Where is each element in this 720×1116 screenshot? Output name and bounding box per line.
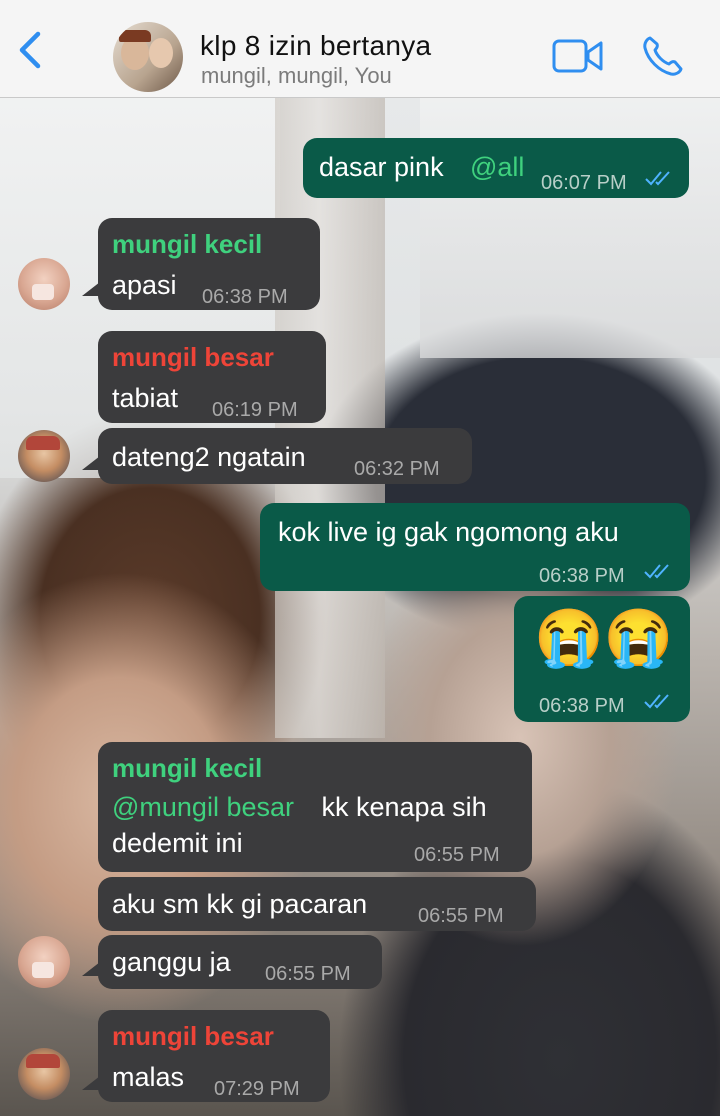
sender-name[interactable]: mungil besar <box>112 1020 316 1052</box>
message-time: 06:38 PM <box>539 565 625 587</box>
read-ticks-icon <box>644 564 669 579</box>
message-bubble[interactable]: 😭😭 06:38 PM <box>514 596 690 722</box>
message-text: aku sm kk gi pacaran <box>112 889 368 919</box>
voice-call-button[interactable] <box>641 34 685 78</box>
message-text: kok live ig gak ngomong aku <box>278 517 619 547</box>
chevron-left-icon <box>19 31 41 69</box>
message-time: 06:38 PM <box>202 286 288 308</box>
video-call-button[interactable] <box>552 38 604 74</box>
avatar-mungil-besar[interactable] <box>18 430 70 482</box>
video-camera-icon <box>552 39 603 73</box>
message-bubble[interactable]: kok live ig gak ngomong aku 06:38 PM <box>260 503 690 591</box>
sender-name[interactable]: mungil besar <box>112 341 312 373</box>
group-title[interactable]: klp 8 izin bertanya <box>200 30 431 62</box>
read-ticks-icon <box>644 694 669 709</box>
bubble-tail <box>82 456 100 470</box>
message-time: 06:32 PM <box>354 458 440 480</box>
message-bubble[interactable]: dasar pink @all 06:07 PM <box>303 138 689 198</box>
message-text: dateng2 ngatain <box>112 442 306 472</box>
avatar-mungil-kecil[interactable] <box>18 258 70 310</box>
message-bubble[interactable]: mungil kecil apasi 06:38 PM <box>98 218 320 310</box>
avatar-face-2 <box>149 38 173 68</box>
message-text: kk kenapa sih <box>314 792 487 822</box>
wallpaper-window-right <box>420 98 720 358</box>
message-time: 06:55 PM <box>414 844 500 866</box>
message-time: 06:55 PM <box>265 963 351 985</box>
message-bubble[interactable]: aku sm kk gi pacaran 06:55 PM <box>98 877 536 931</box>
back-button[interactable] <box>14 30 50 70</box>
message-time: 06:55 PM <box>418 905 504 927</box>
bubble-tail <box>82 962 100 976</box>
message-text: malas <box>112 1062 185 1092</box>
message-time: 07:29 PM <box>214 1078 300 1100</box>
message-time: 06:07 PM <box>541 172 627 194</box>
bubble-tail <box>82 1076 100 1090</box>
mention-all[interactable]: @all <box>470 150 524 184</box>
avatar-mungil-besar[interactable] <box>18 1048 70 1100</box>
message-text: apasi <box>112 270 177 300</box>
sender-name[interactable]: mungil kecil <box>112 228 306 260</box>
message-text: ganggu ja <box>112 947 231 977</box>
message-text: tabiat <box>112 383 179 413</box>
message-bubble[interactable]: mungil besar tabiat 06:19 PM <box>98 331 326 423</box>
message-time: 06:38 PM <box>539 695 625 717</box>
group-avatar[interactable] <box>113 22 183 92</box>
message-bubble[interactable]: mungil besar malas 07:29 PM <box>98 1010 330 1102</box>
message-bubble[interactable]: mungil kecil @mungil besar kk kenapa sih… <box>98 742 532 872</box>
avatar-mungil-kecil[interactable] <box>18 936 70 988</box>
sender-name[interactable]: mungil kecil <box>112 752 518 784</box>
message-text-line2: dedemit ini <box>112 828 243 858</box>
mention-mungil-besar[interactable]: @mungil besar <box>112 790 294 824</box>
message-text: dasar pink <box>319 152 444 182</box>
emoji-crying-face: 😭😭 <box>534 606 674 669</box>
phone-icon <box>643 36 683 76</box>
chat-header: klp 8 izin bertanya mungil, mungil, You <box>0 0 720 98</box>
group-members[interactable]: mungil, mungil, You <box>201 63 392 89</box>
read-ticks-icon <box>645 171 670 186</box>
avatar-hat <box>119 30 151 42</box>
bubble-tail <box>82 282 100 296</box>
message-time: 06:19 PM <box>212 399 298 421</box>
message-bubble[interactable]: dateng2 ngatain 06:32 PM <box>98 428 472 484</box>
message-bubble[interactable]: ganggu ja 06:55 PM <box>98 935 382 989</box>
